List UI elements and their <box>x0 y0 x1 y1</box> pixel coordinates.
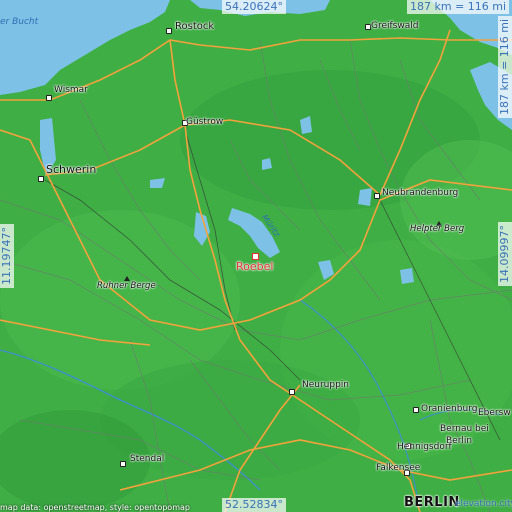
neubrandenburg-label[interactable]: Neubrandenburg <box>382 189 458 198</box>
bernau-label[interactable]: Bernau bei <box>440 425 489 434</box>
ruhner-berge-label: Ruhner Berge <box>97 281 156 291</box>
bottom-latitude-label: 52.52834° <box>222 498 286 512</box>
schwerin-label[interactable]: Schwerin <box>46 164 96 175</box>
rostock-marker <box>166 28 172 34</box>
falkensee-label[interactable]: Falkensee <box>376 464 420 473</box>
target-location-marker[interactable] <box>252 253 259 260</box>
berlin-label[interactable]: BERLIN <box>404 496 460 509</box>
neuruppin-label[interactable]: Neuruppin <box>302 381 349 390</box>
right-longitude-label: 14.09997° <box>498 222 512 286</box>
elevation-city-label: elevation.city <box>455 499 512 509</box>
schwerin-marker <box>38 176 44 182</box>
helpter-berg-label: Helpter Berg <box>410 224 465 234</box>
vertical-scale-label: 187 km = 116 mi <box>498 15 512 118</box>
topographic-map[interactable]: er Bucht Rostock Wismar Greifswald Güstr… <box>0 0 512 512</box>
guestrow-label[interactable]: Güstrow <box>186 118 223 127</box>
roebel-label[interactable]: Roebel <box>236 261 273 272</box>
neubrandenburg-marker <box>374 193 380 199</box>
top-latitude-label: 54.20624° <box>222 0 286 14</box>
oranienburg-label[interactable]: Oranienburg <box>421 405 477 414</box>
horizontal-scale-label: 187 km = 116 mi <box>407 0 510 14</box>
map-attribution: map data: openstreetmap, style: opentopo… <box>0 503 190 512</box>
neuruppin-marker <box>289 389 295 395</box>
wismar-marker <box>46 95 52 101</box>
hennigsdorf-label[interactable]: Hennigsdorf <box>397 443 452 452</box>
greifswald-label[interactable]: Greifswald <box>371 22 418 31</box>
wismar-bucht-label: er Bucht <box>0 17 39 27</box>
oranienburg-marker <box>413 407 419 413</box>
eberswalde-label[interactable]: Ebersw <box>478 409 511 418</box>
left-longitude-label: 11.19747° <box>0 224 14 288</box>
stendal-marker <box>120 461 126 467</box>
wismar-label[interactable]: Wismar <box>54 86 88 95</box>
stendal-label[interactable]: Stendal <box>130 455 164 464</box>
rostock-label[interactable]: Rostock <box>175 22 214 32</box>
